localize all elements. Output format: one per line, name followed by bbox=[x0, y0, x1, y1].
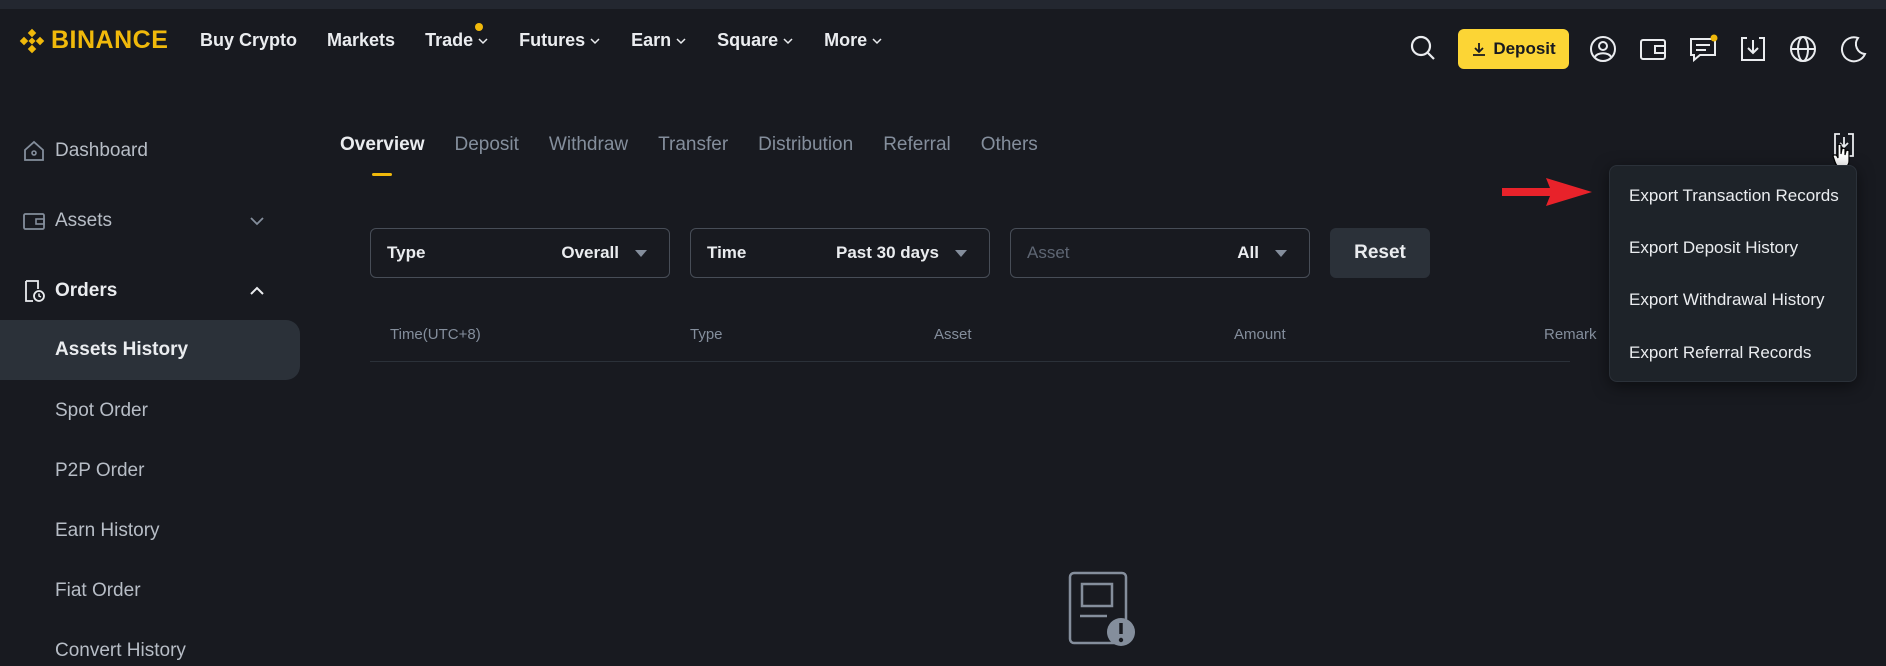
column-header-amount: Amount bbox=[1234, 326, 1286, 343]
asset-filter[interactable]: Asset All bbox=[1010, 228, 1310, 278]
red-arrow-annotation bbox=[1502, 178, 1592, 206]
nav-buy-crypto[interactable]: Buy Crypto bbox=[200, 30, 297, 51]
tab-distribution[interactable]: Distribution bbox=[758, 134, 853, 156]
chevron-down-icon bbox=[783, 37, 793, 44]
user-icon[interactable] bbox=[1588, 34, 1618, 64]
nav-trade[interactable]: Trade bbox=[425, 23, 489, 51]
sidebar-item-label: Orders bbox=[55, 280, 118, 301]
chevron-down-icon bbox=[478, 37, 488, 44]
table-header: Time(UTC+8) Type Asset Amount Remark bbox=[370, 326, 1597, 362]
nav-label: Buy Crypto bbox=[200, 30, 298, 50]
brand-name: BINANCE bbox=[51, 26, 169, 54]
wallet-icon bbox=[23, 213, 45, 230]
nav-square[interactable]: Square bbox=[717, 30, 794, 51]
chevron-down-icon bbox=[250, 217, 264, 226]
column-header-remark: Remark bbox=[1544, 326, 1597, 343]
sidebar-item-assets-history[interactable]: Assets History bbox=[0, 320, 300, 380]
filter-label: Asset bbox=[1027, 243, 1070, 262]
wallet-icon[interactable] bbox=[1638, 34, 1668, 64]
search-icon[interactable] bbox=[1408, 33, 1438, 63]
binance-logo-icon bbox=[19, 28, 45, 53]
chevron-down-icon bbox=[676, 37, 686, 44]
chevron-down-icon bbox=[590, 37, 600, 44]
sidebar-item-assets[interactable]: Assets bbox=[0, 191, 300, 251]
app-download-icon[interactable] bbox=[1738, 34, 1768, 64]
tab-transfer[interactable]: Transfer bbox=[658, 134, 728, 156]
nav-label: Futures bbox=[519, 30, 586, 50]
nav-label: Markets bbox=[327, 30, 396, 50]
caret-down-icon bbox=[635, 250, 647, 257]
caret-down-icon bbox=[955, 250, 967, 257]
tab-deposit[interactable]: Deposit bbox=[455, 134, 519, 156]
export-withdrawal-history-item[interactable]: Export Withdrawal History bbox=[1629, 290, 1825, 310]
nav-label: More bbox=[824, 30, 868, 50]
notification-dot bbox=[475, 23, 484, 31]
deposit-label: Deposit bbox=[1493, 39, 1556, 58]
sidebar-item-label: Assets History bbox=[55, 339, 189, 360]
nav-futures[interactable]: Futures bbox=[519, 30, 601, 51]
filter-label: Type bbox=[387, 243, 426, 262]
sidebar-item-label: Dashboard bbox=[55, 140, 148, 161]
tab-overview[interactable]: Overview bbox=[340, 134, 425, 176]
sidebar-item-p2p-order[interactable]: P2P Order bbox=[0, 441, 300, 501]
main-nav: Buy Crypto Markets Trade Futures Earn Sq… bbox=[200, 23, 913, 51]
nav-label: Square bbox=[717, 30, 779, 50]
sidebar-item-label: Fiat Order bbox=[55, 580, 141, 601]
sidebar-item-fiat-order[interactable]: Fiat Order bbox=[0, 561, 300, 621]
sidebar-item-earn-history[interactable]: Earn History bbox=[0, 501, 300, 561]
orders-icon bbox=[25, 280, 45, 302]
moon-icon[interactable] bbox=[1838, 34, 1868, 64]
sidebar-item-orders[interactable]: Orders bbox=[0, 261, 300, 321]
sidebar-item-label: Convert History bbox=[55, 640, 186, 661]
nav-markets[interactable]: Markets bbox=[327, 30, 395, 51]
history-tabs: Overview Deposit Withdraw Transfer Distr… bbox=[340, 134, 1038, 176]
sidebar-item-label: Assets bbox=[55, 210, 113, 231]
message-icon[interactable] bbox=[1688, 34, 1718, 64]
sidebar-item-spot-order[interactable]: Spot Order bbox=[0, 381, 300, 441]
sidebar-item-label: P2P Order bbox=[55, 460, 145, 481]
globe-icon[interactable] bbox=[1788, 34, 1818, 64]
type-filter[interactable]: Type Overall bbox=[370, 228, 670, 278]
export-transaction-records-item[interactable]: Export Transaction Records bbox=[1629, 186, 1839, 206]
sidebar-item-convert-history[interactable]: Convert History bbox=[0, 621, 300, 666]
deposit-button[interactable]: Deposit bbox=[1458, 29, 1569, 69]
export-referral-records-item[interactable]: Export Referral Records bbox=[1629, 343, 1811, 363]
chevron-down-icon bbox=[872, 37, 882, 44]
column-header-time: Time(UTC+8) bbox=[390, 326, 481, 343]
filter-value: Overall bbox=[561, 243, 619, 262]
nav-earn[interactable]: Earn bbox=[631, 30, 687, 51]
sidebar-item-dashboard[interactable]: Dashboard bbox=[0, 121, 300, 181]
home-icon bbox=[24, 140, 44, 161]
filter-value: Past 30 days bbox=[835, 243, 939, 262]
column-header-type: Type bbox=[690, 326, 723, 343]
nav-label: Earn bbox=[631, 30, 672, 50]
tab-withdraw[interactable]: Withdraw bbox=[549, 134, 628, 156]
export-dropdown-menu: Export Transaction Records Export Deposi… bbox=[1609, 165, 1857, 382]
filter-value: All bbox=[1237, 243, 1259, 262]
sidebar-item-label: Spot Order bbox=[55, 400, 148, 421]
nav-more[interactable]: More bbox=[824, 30, 883, 51]
sidebar-item-label: Earn History bbox=[55, 520, 160, 541]
export-deposit-history-item[interactable]: Export Deposit History bbox=[1629, 238, 1798, 258]
column-header-asset: Asset bbox=[934, 326, 972, 343]
caret-down-icon bbox=[1275, 250, 1287, 257]
top-strip bbox=[0, 0, 1886, 9]
chevron-up-icon bbox=[250, 286, 264, 295]
binance-logo[interactable]: BINANCE bbox=[19, 26, 168, 55]
time-filter[interactable]: Time Past 30 days bbox=[690, 228, 990, 278]
tab-referral[interactable]: Referral bbox=[883, 134, 951, 156]
nav-label: Trade bbox=[425, 30, 474, 50]
tab-others[interactable]: Others bbox=[981, 134, 1038, 156]
empty-state-icon bbox=[1068, 571, 1135, 646]
filter-label: Time bbox=[707, 243, 747, 262]
download-icon bbox=[1473, 43, 1486, 56]
reset-button[interactable]: Reset bbox=[1330, 228, 1430, 278]
